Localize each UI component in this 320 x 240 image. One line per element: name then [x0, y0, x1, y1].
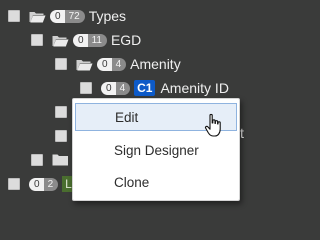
count-badge: 0 72	[50, 9, 85, 23]
checkbox[interactable]	[8, 10, 20, 22]
count-badge: 04	[101, 81, 131, 95]
checkbox[interactable]	[31, 34, 43, 46]
tree-label-partial: t	[240, 125, 244, 141]
tree-label: Types	[88, 8, 127, 24]
checkbox[interactable]	[55, 58, 67, 70]
tree-label: EGD	[110, 32, 142, 48]
checkbox[interactable]	[8, 178, 20, 190]
folder-open-icon	[52, 35, 69, 46]
checkbox[interactable]	[31, 154, 43, 166]
checkbox[interactable]	[55, 106, 67, 118]
menu-item-clone[interactable]: Clone	[75, 168, 237, 196]
tree-row-partial[interactable]: 02 L	[8, 172, 75, 196]
type-code-chip: C1	[134, 80, 156, 96]
tree-row-types[interactable]: 0 72 Types	[8, 4, 126, 28]
folder-closed-icon	[52, 154, 68, 166]
tree-row-egd[interactable]: 0 11 EGD	[31, 28, 141, 52]
tree-row-amenity[interactable]: 04 Amenity	[55, 52, 181, 76]
tree-label: Amenity	[130, 56, 181, 72]
hand-cursor-icon	[204, 113, 221, 137]
count-badge: 0 11	[73, 33, 107, 47]
checkbox[interactable]	[80, 82, 92, 94]
tree-label: Amenity ID	[160, 80, 229, 96]
menu-item-sign-designer[interactable]: Sign Designer	[75, 136, 237, 164]
folder-open-icon	[76, 59, 93, 70]
count-badge: 04	[97, 57, 127, 71]
folder-open-icon	[29, 11, 46, 22]
checkbox[interactable]	[55, 130, 67, 142]
count-badge: 02	[29, 177, 59, 191]
tree-row-amenity-id[interactable]: 04 C1 Amenity ID	[80, 76, 229, 100]
